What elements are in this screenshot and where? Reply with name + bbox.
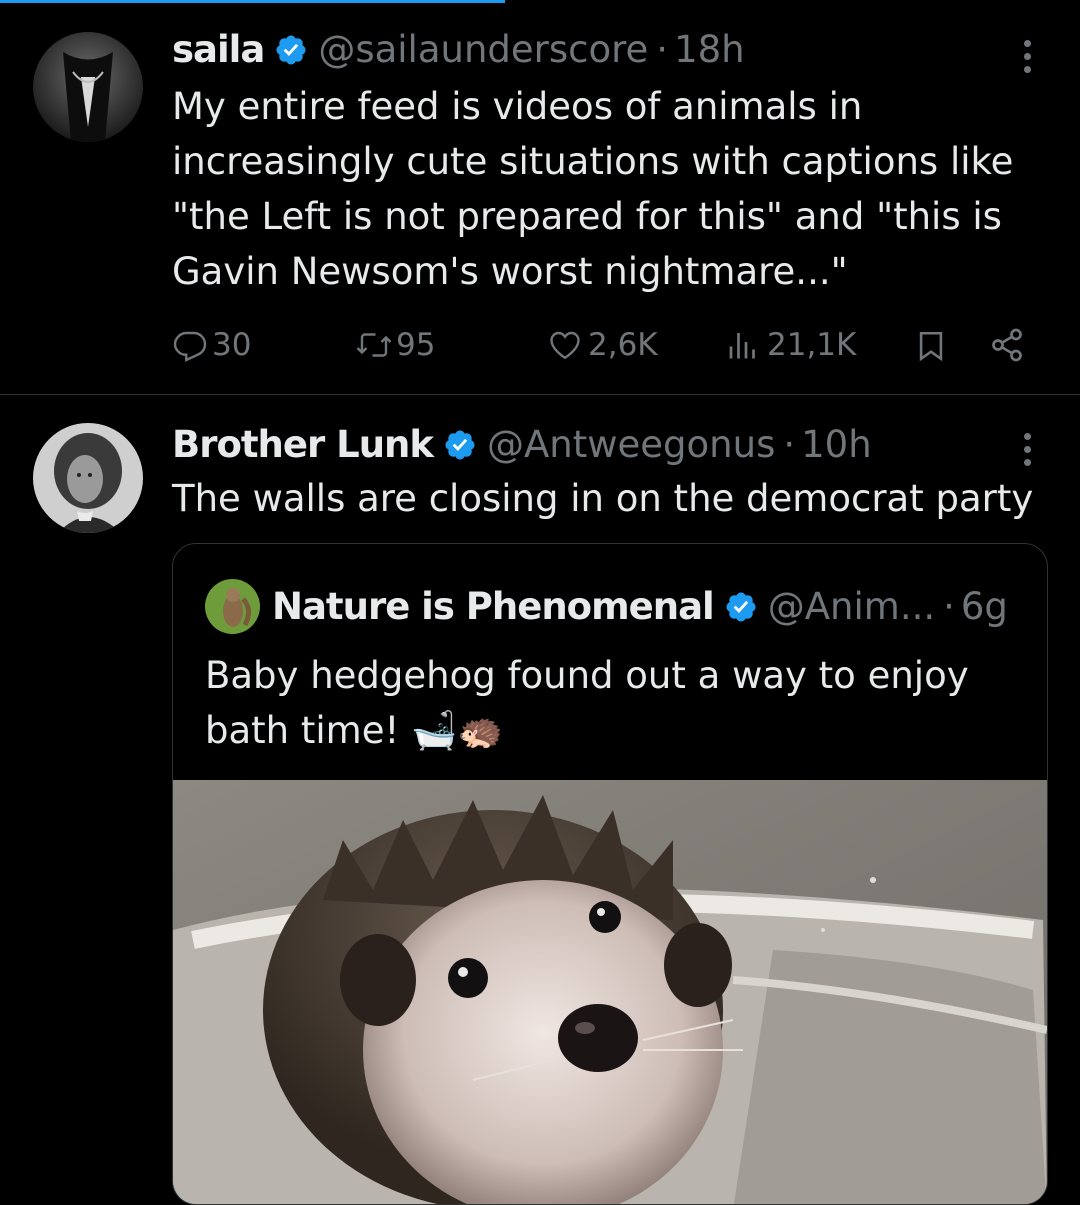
quote-timestamp[interactable]: 6g [961,585,1008,628]
display-name[interactable]: Brother Lunk [172,423,434,466]
timestamp[interactable]: 18h [674,28,745,71]
handle[interactable]: @Antweegonus [487,423,775,466]
tweet-header: Brother Lunk @Antweegonus · 10h [172,423,872,466]
hedgehog-bath-image[interactable] [173,780,1047,1204]
views-button[interactable]: 21,1K [725,327,856,363]
reply-icon [173,331,207,362]
bookmark-button[interactable] [914,327,948,365]
retweet-icon [356,333,392,357]
quote-header: Nature is Phenomenal @Anim... · 6g [205,579,1008,634]
timestamp[interactable]: 10h [801,423,872,466]
action-bar: 30 95 2,6K 21,1K [172,327,1032,367]
separator: · [656,28,669,71]
avatar[interactable] [33,32,143,142]
views-icon [729,333,755,359]
more-icon[interactable] [1022,40,1032,73]
retweet-count: 95 [396,327,436,363]
display-name[interactable]: saila [172,28,265,71]
share-button[interactable] [988,327,1026,363]
quote-handle[interactable]: @Anim... [768,585,935,628]
quote-display-name[interactable]: Nature is Phenomenal [272,585,715,628]
like-count: 2,6K [588,327,658,363]
quote-text: Baby hedgehog found out a way to enjoy b… [205,654,969,752]
verified-badge-icon [445,429,475,460]
tweet[interactable]: saila @sailaunderscore · 18h My entire f… [0,0,1080,394]
tweet-text: My entire feed is videos of animals in i… [172,85,1014,293]
more-icon[interactable] [1022,433,1032,466]
quote-tweet[interactable]: Nature is Phenomenal @Anim... · 6g Baby … [172,543,1048,1205]
retweet-button[interactable]: 95 [354,327,435,363]
view-count: 21,1K [767,327,857,363]
avatar[interactable] [205,579,260,634]
verified-badge-icon [726,591,756,622]
avatar[interactable] [33,423,143,533]
separator: · [943,585,955,628]
bookmark-icon [919,331,943,362]
tweet-header: saila @sailaunderscore · 18h [172,28,745,71]
heart-icon [550,331,580,360]
reply-button[interactable]: 30 [172,327,251,363]
handle[interactable]: @sailaunderscore [318,28,648,71]
like-button[interactable]: 2,6K [546,327,658,363]
reply-count: 30 [212,327,252,363]
separator: · [783,423,796,466]
tweet-text: The walls are closing in on the democrat… [172,477,1034,520]
verified-badge-icon [276,34,306,65]
share-icon [992,328,1022,362]
